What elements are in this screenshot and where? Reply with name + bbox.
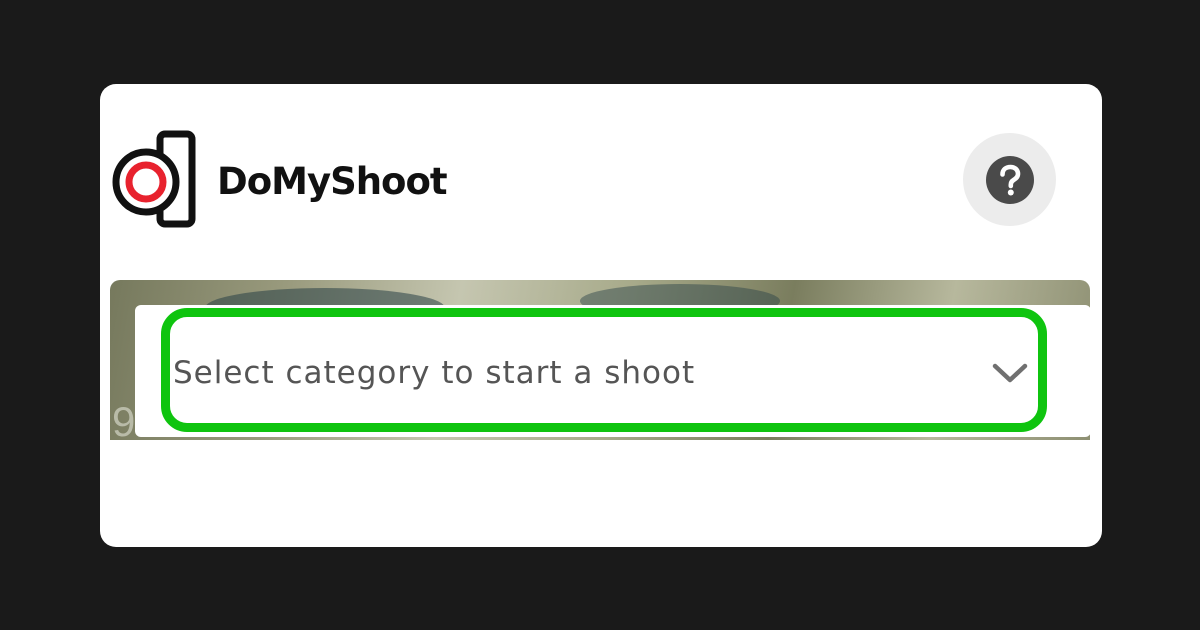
question-circle-icon	[985, 155, 1034, 204]
brand-name: DoMyShoot	[217, 160, 448, 203]
help-button[interactable]	[963, 133, 1056, 226]
chevron-down-icon	[992, 363, 1028, 383]
category-select[interactable]: Select category to start a shoot	[161, 308, 1047, 432]
category-select-placeholder: Select category to start a shoot	[173, 355, 696, 391]
app-card: DoMyShoot 9 0 Select category to start a…	[100, 84, 1102, 547]
domyshoot-logo-icon	[112, 130, 196, 228]
banner-edge-text-left: 9	[112, 398, 136, 440]
